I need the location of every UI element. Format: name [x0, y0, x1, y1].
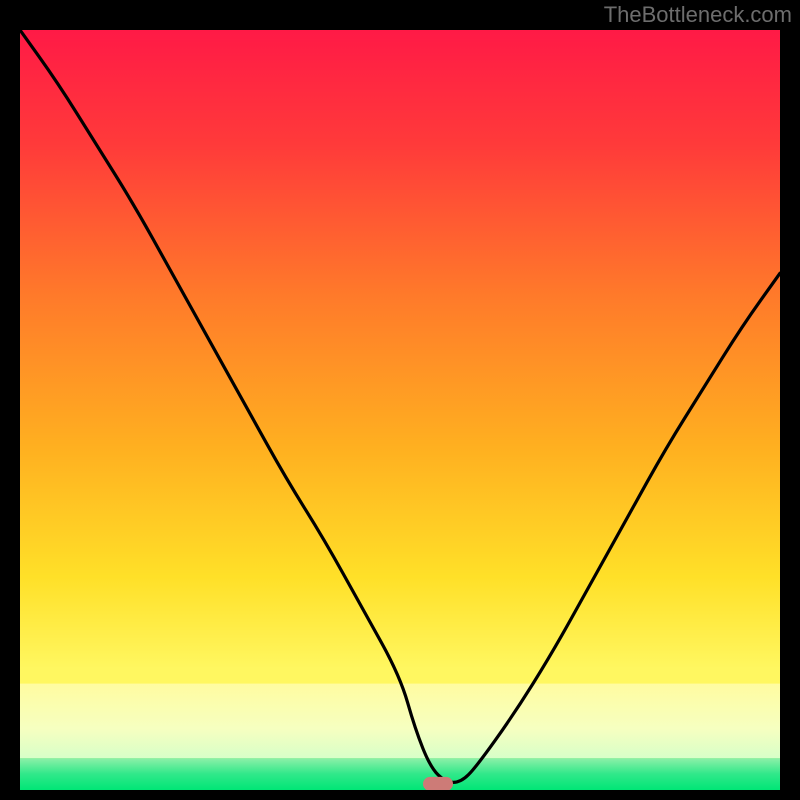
bottleneck-chart	[20, 30, 780, 790]
green-band	[20, 758, 780, 790]
optimal-marker	[423, 777, 453, 790]
attribution-text: TheBottleneck.com	[604, 2, 792, 28]
chart-frame	[20, 30, 780, 790]
yellow-band	[20, 684, 780, 758]
gradient-background	[20, 30, 780, 790]
